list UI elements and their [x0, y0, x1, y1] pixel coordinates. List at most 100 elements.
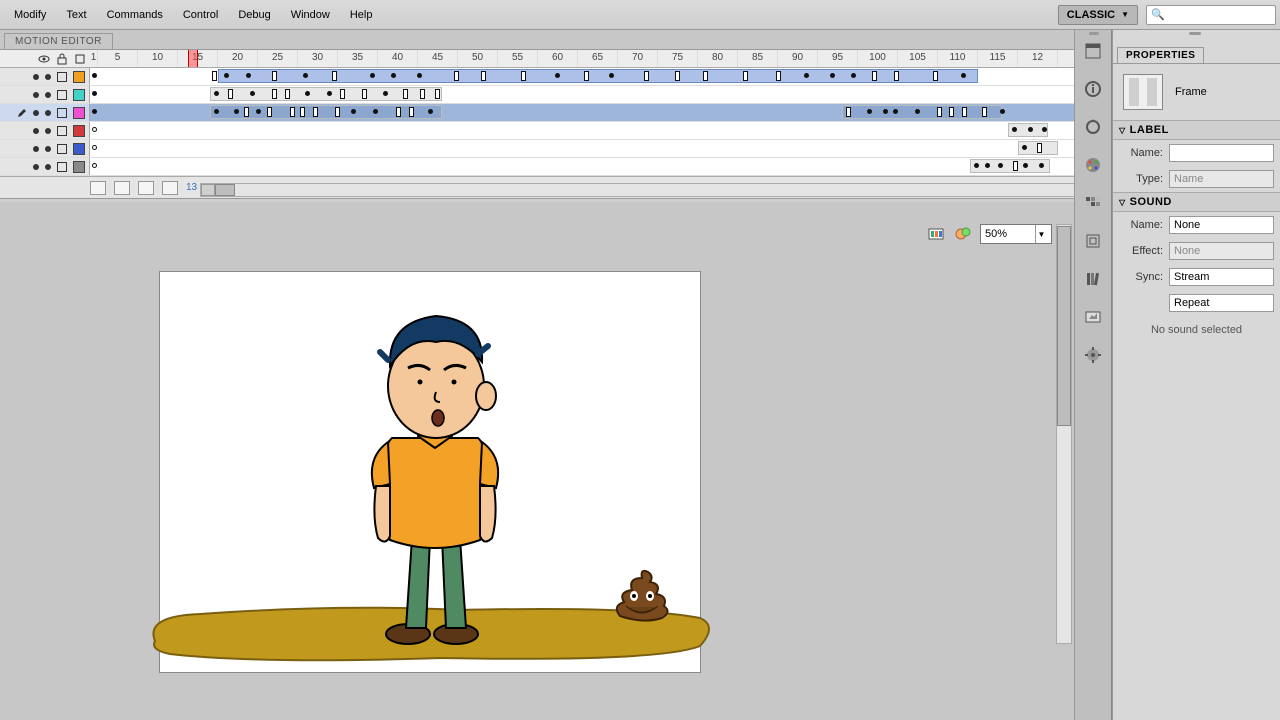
scroll-thumb[interactable] [1057, 226, 1071, 426]
ruler-tick: 12 [1018, 50, 1058, 67]
timeline-btn[interactable] [114, 181, 130, 195]
menu-control[interactable]: Control [173, 5, 228, 25]
poop-character[interactable] [610, 566, 675, 626]
ruler-tick: 65 [578, 50, 618, 67]
ruler-tick: 1 [90, 50, 98, 67]
transform-panel-icon[interactable] [1081, 116, 1105, 138]
twisty-icon: ▽ [1119, 126, 1126, 135]
pencil-icon [17, 108, 27, 118]
select-value: Repeat [1174, 297, 1209, 309]
ruler-tick: 110 [938, 50, 978, 67]
search-input[interactable] [1169, 9, 1271, 21]
ruler-tick: 100 [858, 50, 898, 67]
components-panel-icon[interactable] [1081, 344, 1105, 366]
ruler-tick: 115 [978, 50, 1018, 67]
ruler-tick: 15 [178, 50, 218, 67]
ruler-tick: 25 [258, 50, 298, 67]
section-title: LABEL [1130, 124, 1169, 136]
sound-name-select[interactable]: None [1169, 216, 1274, 234]
ruler-tick: 70 [618, 50, 658, 67]
ruler-tick: 10 [138, 50, 178, 67]
sound-name-label: Name: [1119, 219, 1163, 231]
sound-sync-select[interactable]: Stream [1169, 268, 1274, 286]
menu-modify[interactable]: Modify [4, 5, 56, 25]
sound-effect-label: Effect: [1119, 245, 1163, 257]
menu-items: Modify Text Commands Control Debug Windo… [4, 5, 382, 25]
ruler-tick: 95 [818, 50, 858, 67]
properties-panel: PROPERTIES Frame ▽ LABEL Name: Type: Nam… [1112, 30, 1280, 720]
outline-icon[interactable] [74, 53, 86, 65]
info-panel-icon[interactable] [1081, 78, 1105, 100]
ruler-tick: 75 [658, 50, 698, 67]
sound-sync-label: Sync: [1119, 271, 1163, 283]
ruler-tick: 55 [498, 50, 538, 67]
swatches-panel-icon[interactable] [1081, 192, 1105, 214]
layer-header-controls [0, 50, 90, 67]
menu-help[interactable]: Help [340, 5, 383, 25]
properties-header-type: Frame [1175, 86, 1207, 98]
library-panel-icon[interactable] [1081, 268, 1105, 290]
ruler-tick: 60 [538, 50, 578, 67]
sound-effect-select[interactable]: None [1169, 242, 1274, 260]
section-label[interactable]: ▽ LABEL [1113, 120, 1280, 140]
menu-debug[interactable]: Debug [228, 5, 280, 25]
stage-vscroll[interactable] [1056, 224, 1072, 644]
select-value: None [1174, 219, 1200, 231]
ruler-tick: 35 [338, 50, 378, 67]
ruler-tick: 50 [458, 50, 498, 67]
stage-canvas[interactable] [160, 272, 700, 672]
label-name-input[interactable] [1169, 144, 1274, 162]
search-box[interactable]: 🔍 [1146, 5, 1276, 25]
dock-strip [1074, 30, 1112, 720]
edit-symbol-icon[interactable] [954, 226, 972, 242]
section-sound[interactable]: ▽ SOUND [1113, 192, 1280, 212]
align-panel-icon[interactable] [1081, 230, 1105, 252]
lock-icon[interactable] [56, 53, 68, 65]
section-title: SOUND [1130, 196, 1172, 208]
menu-window[interactable]: Window [281, 5, 340, 25]
tools-panel-icon[interactable] [1081, 40, 1105, 62]
ruler-tick: 40 [378, 50, 418, 67]
scroll-left-icon[interactable] [201, 184, 215, 196]
menu-text[interactable]: Text [56, 5, 96, 25]
timeline-btn[interactable] [90, 181, 106, 195]
tab-motion-editor[interactable]: MOTION EDITOR [4, 33, 113, 49]
label-name-label: Name: [1119, 147, 1163, 159]
ruler-tick: 85 [738, 50, 778, 67]
stage-toolbar: 50% ▼ [928, 224, 1052, 244]
menu-bar: Modify Text Commands Control Debug Windo… [0, 0, 1280, 30]
ruler-tick: 105 [898, 50, 938, 67]
ruler-tick: 80 [698, 50, 738, 67]
current-frame: 13 [186, 182, 197, 193]
color-panel-icon[interactable] [1081, 154, 1105, 176]
timeline-btn[interactable] [162, 181, 178, 195]
zoom-select[interactable]: 50% ▼ [980, 224, 1052, 244]
ruler-tick: 30 [298, 50, 338, 67]
no-sound-text: No sound selected [1113, 316, 1280, 344]
ruler-tick: 20 [218, 50, 258, 67]
twisty-icon: ▽ [1119, 198, 1126, 207]
scroll-thumb[interactable] [215, 184, 235, 196]
eye-icon[interactable] [38, 53, 50, 65]
sound-repeat-select[interactable]: Repeat [1169, 294, 1274, 312]
label-type-label: Type: [1119, 173, 1163, 185]
tab-properties[interactable]: PROPERTIES [1117, 47, 1204, 63]
frame-icon [1123, 74, 1163, 110]
chevron-down-icon: ▼ [1035, 225, 1047, 243]
scene-panel-icon[interactable] [1081, 306, 1105, 328]
ruler-tick: 5 [98, 50, 138, 67]
edit-scene-icon[interactable] [928, 226, 946, 242]
boy-character[interactable] [360, 308, 510, 648]
zoom-value: 50% [985, 228, 1007, 240]
ruler-tick: 45 [418, 50, 458, 67]
stage-area: 50% ▼ [0, 202, 1074, 720]
chevron-down-icon: ▼ [1121, 10, 1129, 19]
ruler-tick: 90 [778, 50, 818, 67]
search-icon: 🔍 [1151, 8, 1165, 21]
menu-commands[interactable]: Commands [97, 5, 173, 25]
select-value: Stream [1174, 271, 1209, 283]
label-type-select[interactable]: Name [1169, 170, 1274, 188]
workspace-label: CLASSIC [1067, 9, 1115, 21]
timeline-btn[interactable] [138, 181, 154, 195]
workspace-switcher[interactable]: CLASSIC ▼ [1058, 5, 1138, 25]
